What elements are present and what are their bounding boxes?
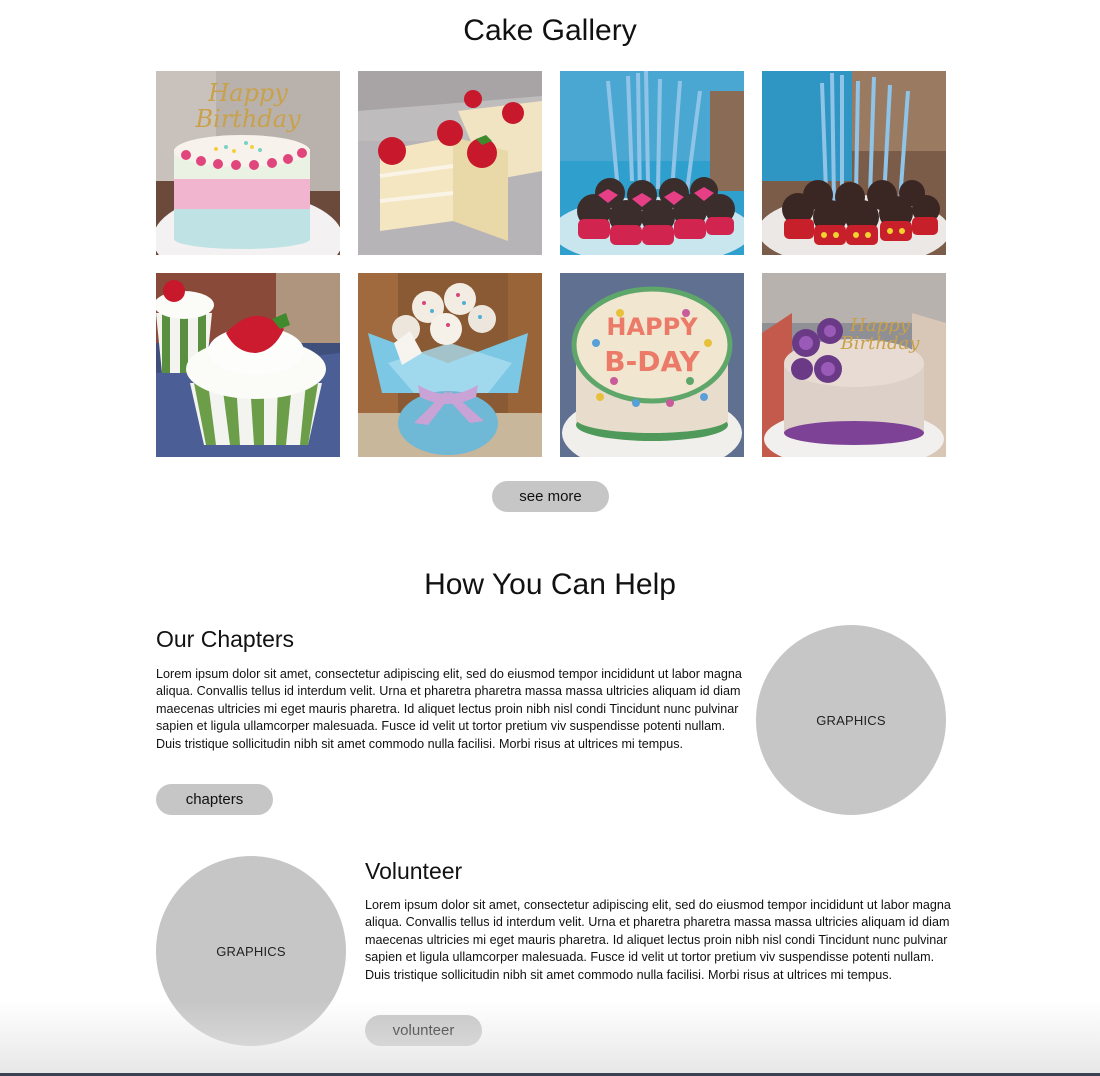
bottom-fade (0, 1000, 1100, 1076)
gallery-image-mickey-cake-pops[interactable] (762, 71, 946, 255)
svg-text:B-DAY: B-DAY (604, 345, 700, 378)
volunteer-title: Volunteer (365, 858, 463, 884)
graphics-label: GRAPHICS (816, 712, 886, 728)
volunteer-button[interactable]: volunteer (365, 1015, 482, 1046)
chapters-graphic-placeholder: GRAPHICS (756, 625, 946, 815)
page: Cake Gallery Happy Birthday HAPPY B-DAY … (0, 0, 1100, 1076)
gallery-image-happy-bday-cake[interactable]: HAPPY B-DAY (560, 273, 744, 457)
svg-text:Birthday: Birthday (194, 105, 301, 133)
our-chapters-text: Lorem ipsum dolor sit amet, consectetur … (156, 667, 742, 751)
gallery-image-purple-rose-cake[interactable]: Happy Birthday (762, 273, 946, 457)
gallery-title: Cake Gallery (463, 14, 637, 47)
graphics-label: GRAPHICS (216, 943, 286, 959)
gallery-image-birthday-cake[interactable]: Happy Birthday (156, 71, 340, 255)
how-you-can-help-title: How You Can Help (424, 568, 676, 601)
volunteer-graphic-placeholder: GRAPHICS (156, 856, 346, 1046)
volunteer-text: Lorem ipsum dolor sit amet, consectetur … (365, 898, 951, 982)
svg-text:Birthday: Birthday (840, 333, 921, 354)
see-more-button[interactable]: see more (492, 481, 609, 512)
our-chapters-title: Our Chapters (156, 626, 295, 652)
cake-gallery-grid: Happy Birthday HAPPY B-DAY Happy Birthda… (156, 71, 946, 457)
chapters-button[interactable]: chapters (156, 784, 273, 815)
gallery-image-strawberry-shortcake[interactable] (358, 71, 542, 255)
gallery-image-cake-pop-bouquet[interactable] (358, 273, 542, 457)
svg-text:HAPPY: HAPPY (606, 313, 698, 341)
gallery-image-minnie-cake-pops[interactable] (560, 71, 744, 255)
svg-text:Happy: Happy (207, 79, 288, 107)
gallery-image-strawberry-cupcake[interactable] (156, 273, 340, 457)
